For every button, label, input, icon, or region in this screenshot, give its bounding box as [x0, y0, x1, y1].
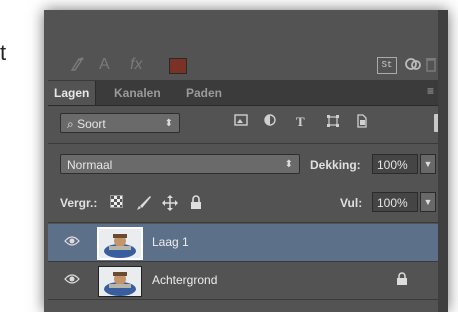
divider	[48, 143, 438, 144]
layer-row-achtergrond[interactable]: Achtergrond	[48, 262, 438, 300]
layer-row-laag-1[interactable]: Laag 1	[48, 224, 438, 262]
chevron-updown-icon: ⬍	[164, 118, 173, 129]
search-icon: ⌕	[67, 117, 74, 131]
layers-panel-body: A fx St Lagen Kanalen Paden ≡ ⌕ Soort ⬍	[48, 10, 440, 312]
visibility-eye-icon[interactable]	[64, 235, 80, 249]
brush-icon[interactable]	[70, 56, 86, 77]
fill-input[interactable]: 100%	[372, 192, 418, 212]
smart-object-filter-icon[interactable]	[356, 114, 368, 132]
layer-name: Laag 1	[152, 235, 189, 249]
opacity-dropdown-button[interactable]: ▼	[420, 154, 436, 174]
tab-lagen[interactable]: Lagen	[48, 81, 97, 105]
filter-kind-label: Soort	[77, 117, 106, 131]
chevron-updown-icon: ⬍	[284, 159, 293, 170]
lock-all-icon[interactable]	[190, 195, 202, 213]
layer-name: Achtergrond	[152, 273, 218, 287]
blend-row: Normaal ⬍ Dekking: 100% ▼	[48, 147, 438, 181]
opacity-label: Dekking:	[310, 158, 361, 172]
lock-pixels-brush-icon[interactable]	[136, 195, 152, 214]
shape-filter-icon[interactable]	[326, 114, 340, 132]
opacity-input[interactable]: 100%	[372, 154, 418, 174]
layers-list: Laag 1 Achtergrond	[48, 224, 438, 312]
lock-position-move-icon[interactable]	[162, 195, 178, 214]
partial-text: t	[0, 40, 7, 65]
fx-icon[interactable]: fx	[130, 56, 142, 74]
blend-mode-select[interactable]: Normaal ⬍	[60, 154, 300, 174]
layer-thumbnail	[98, 266, 142, 297]
fill-label: Vul:	[340, 196, 363, 210]
tab-paden[interactable]: Paden	[180, 81, 228, 105]
filter-kind-select[interactable]: ⌕ Soort ⬍	[60, 113, 180, 133]
panel-menu-icon[interactable]: ≡	[427, 84, 434, 98]
visibility-eye-icon[interactable]	[64, 273, 80, 287]
lock-row: Vergr.: Vul: 100% ▼	[48, 186, 438, 220]
st-icon[interactable]: St	[377, 57, 397, 74]
panel-tabs: Lagen Kanalen Paden ≡	[48, 81, 438, 106]
lock-transparent-icon[interactable]	[110, 195, 123, 211]
panel-toolbar: A fx St	[48, 50, 438, 81]
lock-icon	[396, 272, 408, 289]
text-icon[interactable]: A	[99, 56, 110, 74]
panel-top-area	[48, 10, 438, 50]
type-filter-icon[interactable]: T	[296, 114, 305, 130]
lock-label: Vergr.:	[60, 196, 98, 210]
adjustment-filter-icon[interactable]	[264, 114, 276, 130]
tab-kanalen[interactable]: Kanalen	[108, 81, 167, 105]
link-icon[interactable]	[404, 56, 422, 77]
color-swatch[interactable]	[169, 58, 187, 74]
trash-icon[interactable]	[425, 56, 437, 77]
layer-thumbnail	[97, 227, 143, 260]
panel-edge	[438, 10, 448, 312]
filter-row: ⌕ Soort ⬍ T	[48, 106, 438, 140]
layers-panel: A fx St Lagen Kanalen Paden ≡ ⌕ Soort ⬍	[44, 10, 448, 312]
divider	[48, 222, 438, 223]
pixel-filter-icon[interactable]	[234, 114, 248, 130]
blend-mode-label: Normaal	[67, 158, 113, 172]
fill-dropdown-button[interactable]: ▼	[420, 192, 436, 212]
